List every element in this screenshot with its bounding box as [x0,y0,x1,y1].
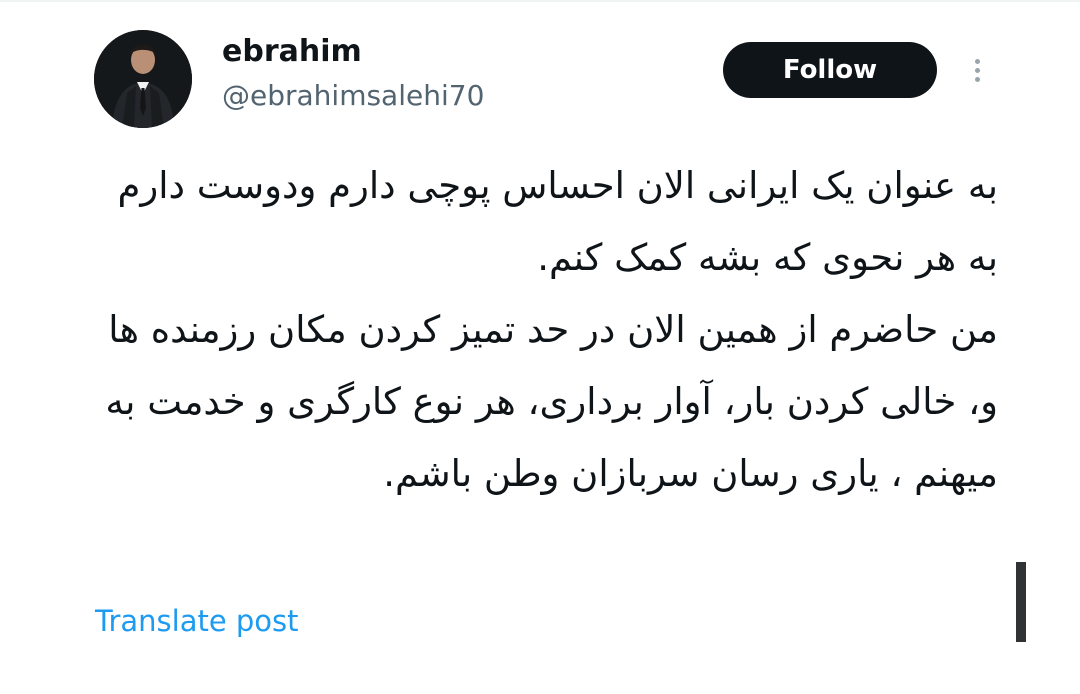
post-screenshot: ebrahim @ebrahimsalehi70 Follow به عنوان… [0,0,1080,694]
author-avatar[interactable] [94,30,192,128]
more-options-icon[interactable] [962,48,992,92]
scroll-indicator[interactable] [1016,562,1026,642]
author-display-name[interactable]: ebrahim [222,30,362,74]
post-text: به عنوان یک ایرانی الان احساس پوچی دارم … [105,164,998,495]
avatar-photo-icon [94,30,192,128]
more-dot [975,77,980,82]
author-handle[interactable]: @ebrahimsalehi70 [222,74,484,118]
post-card: ebrahim @ebrahimsalehi70 Follow به عنوان… [0,0,1080,694]
more-dot [975,68,980,73]
translate-post-link[interactable]: Translate post [95,599,299,643]
follow-button[interactable]: Follow [723,42,937,98]
more-dot [975,59,980,64]
